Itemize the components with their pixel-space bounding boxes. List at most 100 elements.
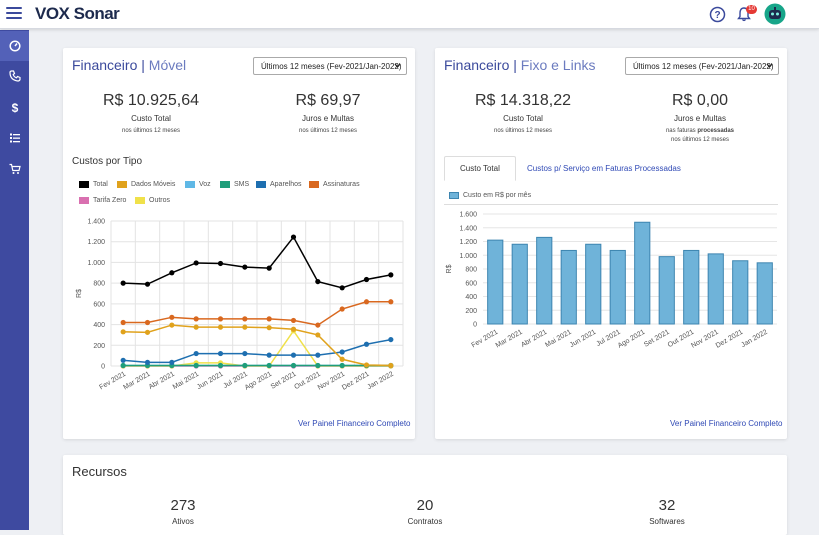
- tab-custo-total[interactable]: Custo Total: [444, 156, 516, 181]
- data-point-sms[interactable]: [193, 362, 199, 369]
- legend-sms[interactable]: SMS: [220, 181, 249, 188]
- data-point-dados-moveis[interactable]: [388, 362, 394, 369]
- data-point-assinaturas[interactable]: [388, 299, 394, 305]
- data-point-assinaturas[interactable]: [266, 316, 272, 322]
- data-point-assinaturas[interactable]: [217, 316, 224, 322]
- data-point-sms[interactable]: [242, 362, 248, 369]
- data-point-dados-moveis[interactable]: [315, 332, 321, 338]
- data-point-dados-moveis[interactable]: [266, 325, 272, 331]
- data-point-total[interactable]: [217, 260, 224, 267]
- bar-jul-2021[interactable]: [609, 249, 626, 325]
- bar-mar-2021[interactable]: [511, 243, 528, 325]
- data-point-assinaturas[interactable]: [193, 316, 199, 322]
- data-point-total[interactable]: [315, 278, 321, 285]
- data-point-sms[interactable]: [266, 362, 272, 369]
- sidebar-item-finance[interactable]: $: [0, 92, 29, 122]
- data-point-assinaturas[interactable]: [144, 319, 151, 326]
- recurso-contratos[interactable]: 20 Contratos: [375, 497, 475, 526]
- chart-title: Custos por Tipo: [72, 156, 143, 167]
- tab-custos-servico[interactable]: Custos p/ Serviço em Faturas Processadas: [512, 156, 696, 181]
- legend-outros[interactable]: Outros: [135, 197, 170, 204]
- data-point-assinaturas[interactable]: [169, 314, 175, 320]
- data-point-aparelhos[interactable]: [363, 341, 370, 347]
- bar-abr-2021[interactable]: [536, 236, 553, 325]
- dollar-icon: $: [11, 101, 18, 114]
- app-logo[interactable]: VOX Sonar: [35, 4, 120, 24]
- data-point-dados-moveis[interactable]: [169, 322, 175, 328]
- data-point-dados-moveis[interactable]: [144, 329, 151, 335]
- ver-painel-link[interactable]: Ver Painel Financeiro Completo: [670, 419, 783, 428]
- bar-nov-2021[interactable]: [707, 253, 724, 325]
- bar-set-2021[interactable]: [658, 256, 675, 325]
- data-point-dados-moveis[interactable]: [290, 326, 297, 332]
- recurso-ativos[interactable]: 273 Ativos: [133, 497, 233, 526]
- sidebar-item-cart[interactable]: [0, 154, 29, 184]
- x-tick-label: Abr 2021: [148, 371, 176, 391]
- data-point-aparelhos[interactable]: [266, 352, 272, 358]
- user-avatar-icon[interactable]: [764, 3, 786, 25]
- data-point-dados-moveis[interactable]: [217, 324, 224, 330]
- data-point-aparelhos[interactable]: [169, 359, 175, 365]
- bar-jan-2022[interactable]: [756, 262, 773, 325]
- bar-out-2021[interactable]: [683, 249, 700, 325]
- period-select[interactable]: Últimos 12 meses (Fev-2021/Jan-2022): [253, 57, 407, 75]
- data-point-aparelhos[interactable]: [339, 349, 345, 355]
- data-point-dados-moveis[interactable]: [339, 356, 345, 362]
- data-point-aparelhos[interactable]: [242, 350, 248, 357]
- data-point-aparelhos[interactable]: [144, 359, 151, 365]
- data-point-aparelhos[interactable]: [120, 357, 126, 363]
- data-point-dados-moveis[interactable]: [363, 362, 370, 368]
- legend-tarifa-zero[interactable]: Tarifa Zero: [79, 197, 126, 204]
- period-select[interactable]: Últimos 12 meses (Fev-2021/Jan-2022): [625, 57, 779, 75]
- data-point-aparelhos[interactable]: [315, 352, 321, 358]
- data-point-aparelhos[interactable]: [193, 350, 199, 357]
- data-point-total[interactable]: [266, 265, 272, 271]
- legend-aparelhos[interactable]: Aparelhos: [256, 181, 302, 188]
- legend-swatch: [79, 181, 89, 188]
- data-point-dados-moveis[interactable]: [242, 324, 248, 330]
- legend-total[interactable]: Total: [79, 181, 108, 188]
- data-point-dados-moveis[interactable]: [193, 324, 199, 330]
- data-point-sms[interactable]: [315, 362, 321, 369]
- data-point-aparelhos[interactable]: [388, 336, 394, 343]
- legend-voz[interactable]: Voz: [185, 181, 211, 188]
- data-point-total[interactable]: [339, 285, 345, 291]
- data-point-total[interactable]: [120, 280, 126, 286]
- data-point-sms[interactable]: [339, 362, 345, 369]
- legend-assinaturas[interactable]: Assinaturas: [309, 181, 360, 188]
- data-point-total[interactable]: [363, 276, 370, 283]
- data-point-total[interactable]: [388, 272, 394, 278]
- hamburger-menu-icon[interactable]: [6, 7, 22, 21]
- sidebar-item-dashboard[interactable]: [0, 31, 29, 61]
- recurso-softwares[interactable]: 32 Softwares: [617, 497, 717, 526]
- data-point-assinaturas[interactable]: [242, 316, 248, 322]
- data-point-total[interactable]: [144, 281, 151, 287]
- data-point-aparelhos[interactable]: [217, 350, 224, 357]
- data-point-assinaturas[interactable]: [290, 317, 297, 324]
- sidebar-item-list[interactable]: [0, 123, 29, 153]
- data-point-assinaturas[interactable]: [120, 319, 126, 326]
- data-point-total[interactable]: [169, 270, 175, 276]
- data-point-sms[interactable]: [120, 362, 126, 369]
- data-point-total[interactable]: [290, 234, 297, 240]
- bar-jun-2021[interactable]: [585, 243, 602, 325]
- ver-painel-link[interactable]: Ver Painel Financeiro Completo: [298, 419, 411, 428]
- legend-custo-em-r-por-mes[interactable]: Custo em R$ por mês: [449, 192, 531, 199]
- data-point-sms[interactable]: [217, 362, 224, 369]
- x-tick-label: Jan 2022: [366, 371, 395, 392]
- data-point-assinaturas[interactable]: [315, 322, 321, 328]
- bar-dez-2021[interactable]: [732, 260, 749, 325]
- data-point-aparelhos[interactable]: [290, 352, 297, 358]
- data-point-dados-moveis[interactable]: [120, 329, 126, 335]
- data-point-assinaturas[interactable]: [339, 306, 345, 312]
- data-point-total[interactable]: [242, 264, 248, 270]
- bar-mai-2021[interactable]: [560, 249, 577, 325]
- legend-dados-moveis[interactable]: Dados Móveis: [117, 181, 175, 188]
- help-icon[interactable]: ?: [709, 6, 726, 23]
- data-point-sms[interactable]: [290, 362, 297, 369]
- bar-ago-2021[interactable]: [634, 221, 651, 325]
- sidebar-item-phone[interactable]: [0, 61, 29, 91]
- bar-fev-2021[interactable]: [487, 239, 504, 325]
- data-point-assinaturas[interactable]: [363, 299, 370, 305]
- data-point-total[interactable]: [193, 260, 199, 266]
